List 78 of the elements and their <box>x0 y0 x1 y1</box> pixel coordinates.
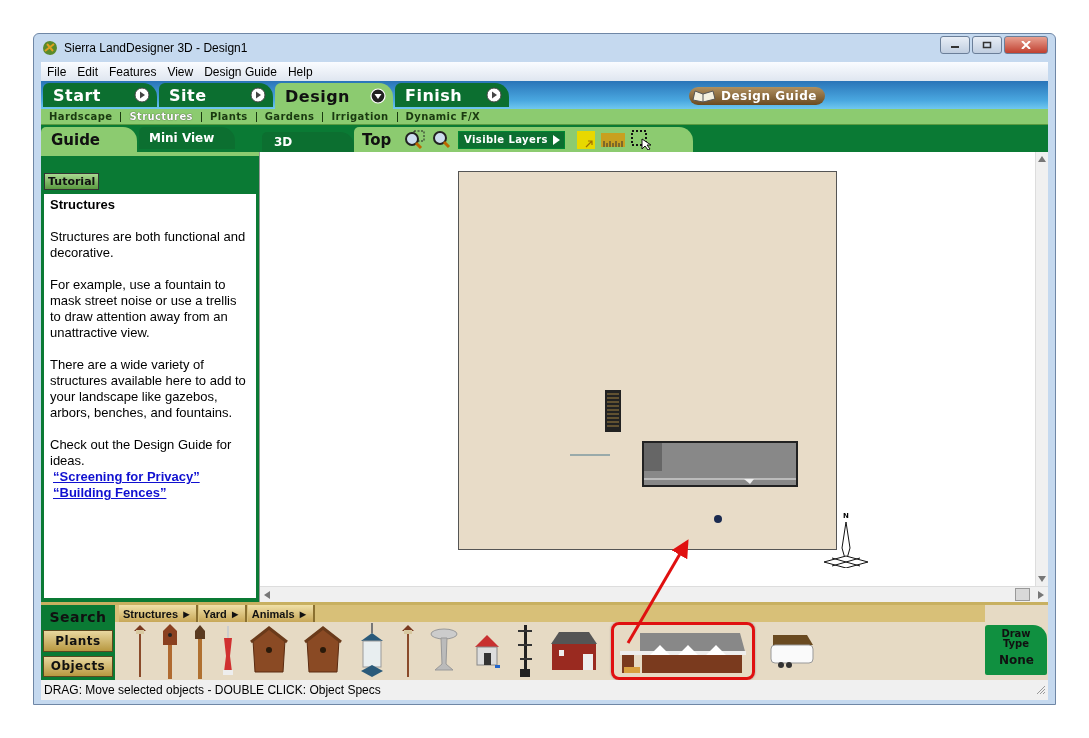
down-arrow-circle-icon <box>370 88 386 104</box>
window-title: Sierra LandDesigner 3D - Design1 <box>64 41 248 55</box>
barn-drawing[interactable] <box>549 630 599 672</box>
birdhouse-drawing[interactable] <box>303 626 343 676</box>
scroll-left-icon <box>264 590 270 599</box>
section-link[interactable]: Irrigation <box>331 111 389 122</box>
guide-paragraph: There are a wide variety of structures available here to add to your landscape like gazebos, arbors, benches, and fountains. <box>50 357 247 421</box>
right-arrow-circle-icon <box>250 87 266 103</box>
select-tool-button[interactable] <box>630 129 653 150</box>
main-tab[interactable]: Start <box>43 83 157 107</box>
menu-item[interactable]: Design Guide <box>204 64 277 79</box>
minimize-button[interactable] <box>940 36 970 54</box>
library-button[interactable]: Objects <box>43 655 113 677</box>
menu-item[interactable]: Help <box>287 64 313 79</box>
main-tab[interactable]: Finish <box>395 83 509 107</box>
right-arrow-circle-icon <box>134 87 150 103</box>
hummingbird-feeder-drawing[interactable] <box>221 626 235 676</box>
search-icon <box>432 129 452 150</box>
guide-paragraph: For example, use a fountain to mask street noise or use a trellis to draw attention away from an unattractive view. <box>50 277 238 341</box>
section-link[interactable]: Dynamic F/X <box>405 111 481 122</box>
section-link[interactable]: Hardscape <box>49 111 113 122</box>
guide-heading: Structures <box>50 197 117 213</box>
close-button[interactable] <box>1004 36 1048 54</box>
scroll-up-icon <box>1038 156 1046 162</box>
vertical-scrollbar[interactable] <box>1035 152 1048 586</box>
design-guide-button[interactable]: Design Guide <box>689 87 825 105</box>
zoom-region-button[interactable] <box>404 129 426 150</box>
birdhouse-drawing[interactable] <box>249 626 289 676</box>
view-tab[interactable]: 3D <box>262 132 354 152</box>
menu-item[interactable]: Features <box>109 64 157 79</box>
zoom-button[interactable] <box>432 129 452 150</box>
steps-icon <box>605 390 621 432</box>
measure-tool-button[interactable] <box>600 130 625 149</box>
maximize-button[interactable] <box>972 36 1002 54</box>
draw-type-button[interactable]: Draw Type None <box>985 625 1047 675</box>
category-tab[interactable]: Structures ► <box>119 605 198 622</box>
feeding-station-drawing[interactable] <box>515 623 535 679</box>
guide-link[interactable]: “Screening for Privacy” <box>53 469 200 484</box>
scroll-right-icon <box>1038 590 1044 599</box>
guide-paragraph: Structures are both functional and decorative. <box>50 229 247 261</box>
open-book-icon <box>691 88 717 104</box>
dark-dot <box>714 515 722 523</box>
category-tab[interactable]: Yard ► <box>198 605 247 622</box>
library-button[interactable]: Plants <box>43 630 113 652</box>
main-tab[interactable]: Design <box>275 83 393 109</box>
section-link[interactable]: Gardens <box>264 111 315 122</box>
close-icon <box>1021 41 1031 49</box>
right-arrow-circle-icon <box>486 87 502 103</box>
birdhouse-pole-drawing[interactable] <box>161 623 179 679</box>
section-link[interactable]: Plants <box>209 111 248 122</box>
doghouse-drawing[interactable] <box>473 633 501 669</box>
menu-item[interactable]: View <box>167 64 194 79</box>
menu-item[interactable]: Edit <box>77 64 99 79</box>
scroll-thumb[interactable] <box>1015 588 1030 601</box>
resize-grip-icon <box>1036 685 1046 695</box>
main-tab[interactable]: Site <box>159 83 273 107</box>
visible-layers-button[interactable]: Visible Layers <box>458 130 565 149</box>
birdfeeder-pole-drawing[interactable] <box>133 623 147 679</box>
ruler-icon <box>600 130 625 149</box>
panel-tab[interactable]: Mini View <box>139 127 235 149</box>
maximize-icon <box>982 41 992 49</box>
lantern-post-drawing[interactable] <box>193 623 207 679</box>
guide-link[interactable]: “Building Fences” <box>53 485 167 500</box>
horizontal-scrollbar[interactable] <box>260 586 1048 602</box>
edge-line <box>570 454 610 456</box>
right-triangle-icon <box>552 134 560 145</box>
app-leaf-icon <box>41 39 59 57</box>
scroll-down-icon <box>1038 576 1046 582</box>
birdfeeder-pole-drawing[interactable] <box>401 623 415 679</box>
view-tab[interactable]: Top <box>354 127 402 152</box>
tutorial-button[interactable]: Tutorial <box>44 173 100 190</box>
zoom-region-icon <box>404 129 426 150</box>
panel-tab[interactable]: Guide <box>41 127 137 152</box>
menu-item[interactable]: File <box>47 64 67 79</box>
selection-arrow-icon <box>630 129 653 150</box>
category-tab[interactable]: Animals ► <box>247 605 315 622</box>
status-text: DRAG: Move selected objects - DOUBLE CLICK: Object Specs <box>44 683 381 697</box>
guide-paragraph: Check out the Design Guide for ideas. <box>50 437 233 469</box>
